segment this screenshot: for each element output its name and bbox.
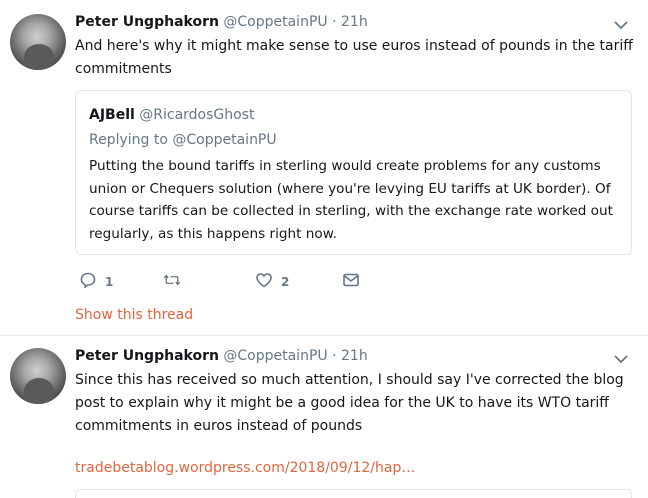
replying-to: Replying to @CoppetainPU xyxy=(89,132,277,148)
retweet-button[interactable] xyxy=(163,271,189,293)
like-count: 2 xyxy=(281,275,290,289)
quoted-author-handle: @RicardosGhost xyxy=(139,107,255,123)
chevron-down-icon[interactable] xyxy=(612,16,630,34)
avatar[interactable] xyxy=(10,14,66,70)
author-name[interactable]: Peter Ungphakorn xyxy=(75,348,219,364)
tweet-text: Since this has received so much attentio… xyxy=(75,372,624,434)
blog-link[interactable]: tradebetablog.wordpress.com/2018/09/12/h… xyxy=(75,458,415,478)
separator-dot: · xyxy=(332,348,337,364)
quoted-tweet-text: Putting the bound tariffs in sterling wo… xyxy=(89,158,613,242)
quoted-tweet[interactable]: AJBell @RicardosGhost Replying to @Coppe… xyxy=(75,90,632,255)
quoted-author-name: AJBell xyxy=(89,107,135,123)
link-preview-card[interactable] xyxy=(75,489,632,498)
timestamp[interactable]: 21h xyxy=(341,14,368,30)
chevron-down-icon[interactable] xyxy=(612,350,630,368)
author-handle[interactable]: @CoppetainPU xyxy=(223,14,327,30)
envelope-icon xyxy=(342,271,360,293)
reply-icon xyxy=(79,271,97,293)
show-thread-link[interactable]: Show this thread xyxy=(75,305,193,325)
tweet-header: Peter Ungphakorn @CoppetainPU · 21h xyxy=(75,346,368,368)
tweet-header: Peter Ungphakorn @CoppetainPU · 21h xyxy=(75,12,368,34)
tweet-text: And here's why it might make sense to us… xyxy=(75,38,633,77)
dm-button[interactable] xyxy=(342,271,360,293)
tweet[interactable]: Peter Ungphakorn @CoppetainPU · 21h And … xyxy=(0,0,648,335)
like-button[interactable]: 2 xyxy=(255,271,289,293)
quoted-tweet-header: AJBell @RicardosGhost xyxy=(89,105,255,125)
author-handle[interactable]: @CoppetainPU xyxy=(223,348,327,364)
tweet-actions: 1 2 xyxy=(75,271,375,295)
separator-dot: · xyxy=(332,14,337,30)
tweet[interactable]: Peter Ungphakorn @CoppetainPU · 21h Sinc… xyxy=(0,336,648,498)
reply-button[interactable]: 1 xyxy=(79,271,113,293)
reply-count: 1 xyxy=(105,275,114,289)
retweet-icon xyxy=(163,271,181,293)
heart-icon xyxy=(255,271,273,293)
author-name[interactable]: Peter Ungphakorn xyxy=(75,14,219,30)
avatar[interactable] xyxy=(10,348,66,404)
timestamp[interactable]: 21h xyxy=(341,348,368,364)
